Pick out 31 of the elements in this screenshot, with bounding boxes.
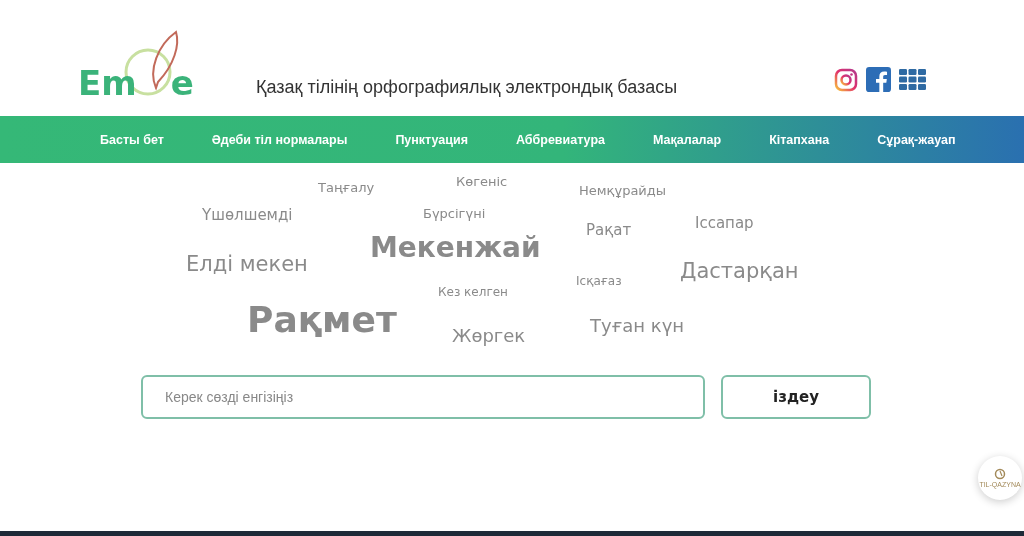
nav-link[interactable]: Басты бет [100,132,164,147]
nav-link[interactable]: Пунктуация [395,132,468,147]
cloud-word[interactable]: Үшөлшемді [202,208,293,223]
cloud-word[interactable]: Іссапар [695,216,754,231]
logo-text: Em [78,66,137,100]
cloud-word[interactable]: Бүрсігүні [423,207,486,220]
nav-link[interactable]: Әдеби тіл нормалары [211,132,348,147]
cloud-word[interactable]: Рақмет [247,302,397,338]
cloud-word[interactable]: Дастарқан [680,261,799,282]
facebook-icon[interactable] [866,67,891,92]
site-title: Қазақ тілінің орфографиялық электрондық базасы [256,77,678,98]
nav-link[interactable]: Кітапхана [769,132,830,147]
search-button[interactable]: іздеу [721,375,871,419]
cloud-word[interactable]: Мекенжай [370,234,541,262]
logo-text: e [170,66,194,100]
cloud-word[interactable]: Көгеніс [456,175,508,188]
search-field[interactable]: Керек сөзді енгізіңіз [141,375,705,419]
cloud-word[interactable]: Елді мекен [186,254,308,275]
cloud-word[interactable]: Кез келген [438,286,508,298]
nav-link[interactable]: Мақалалар [653,132,722,147]
nav-link[interactable]: Сұрақ-жауап [877,132,956,147]
cloud-word[interactable]: Немқұрайды [579,184,667,197]
cloud-word[interactable]: Таңғалу [318,181,375,194]
cloud-word[interactable]: Туған күн [590,317,685,335]
cloud-word[interactable]: Рақат [586,223,632,238]
grid-menu-icon[interactable] [899,68,927,91]
instagram-icon[interactable] [834,67,858,92]
nav-link[interactable]: Аббревиатура [515,132,605,147]
cloud-word[interactable]: Іcқағаз [576,275,622,287]
badge-logo-icon [994,468,1006,480]
cloud-word[interactable]: Жөргек [452,327,526,345]
